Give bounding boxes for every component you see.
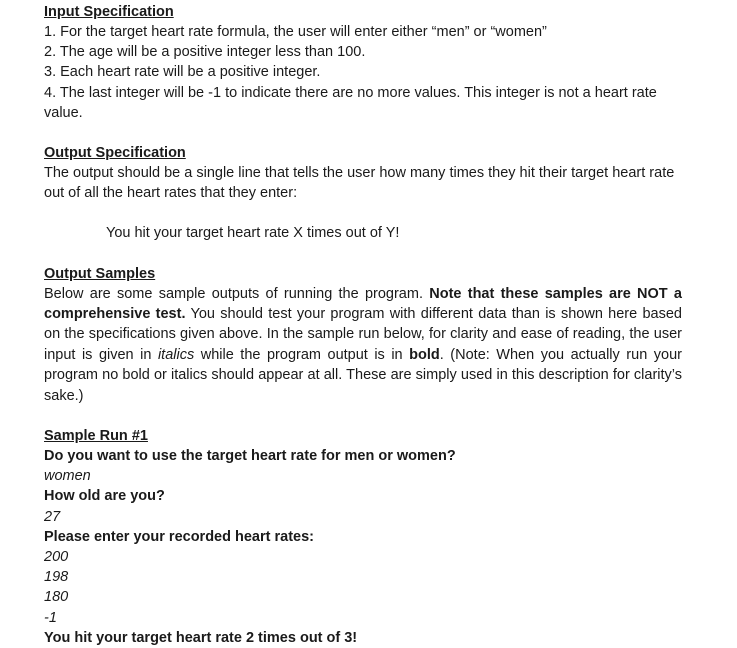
input-spec-item-1: 1. For the target heart rate formula, th… (44, 24, 547, 40)
transcript-prompt-line: How old are you? (44, 488, 165, 505)
transcript-input-line: 200 (44, 549, 69, 566)
output-specification-heading: Output Specification (44, 145, 186, 162)
document-page: Input Specification 1. For the target he… (0, 0, 737, 646)
output-samples-section: Output Samples Below are some sample out… (44, 264, 682, 406)
output-specification-body: The output should be a single line that … (44, 165, 675, 202)
transcript-prompt-line: Do you want to use the target heart rate… (44, 448, 456, 465)
input-spec-item-2: 2. The age will be a positive integer le… (44, 44, 366, 61)
input-spec-item-3: 3. Each heart rate will be a positive in… (44, 64, 321, 81)
transcript-input-line: women (44, 468, 91, 485)
input-specification-heading: Input Specification (44, 4, 174, 20)
samples-bold-emphasis-2: bold (409, 346, 440, 363)
sample-run-transcript: Do you want to use the target heart rate… (44, 446, 682, 648)
sample-run-section: Sample Run #1 Do you want to use the tar… (44, 426, 682, 648)
transcript-input-line: 198 (44, 569, 69, 586)
transcript-input-line: 27 (44, 508, 61, 525)
output-samples-paragraph: Below are some sample outputs of running… (44, 284, 682, 406)
output-example-line: You hit your target heart rate X times o… (106, 225, 400, 242)
input-specification-section: Input Specification 1. For the target he… (44, 2, 682, 123)
sample-run-heading: Sample Run #1 (44, 428, 148, 445)
output-samples-heading: Output Samples (44, 265, 156, 282)
transcript-input-line: -1 (44, 609, 57, 626)
transcript-prompt-line: Please enter your recorded heart rates: (44, 528, 314, 545)
transcript-input-line: 180 (44, 589, 69, 606)
samples-italic-emphasis: italics (157, 346, 195, 363)
input-spec-item-4: 4. The last integer will be -1 to indica… (44, 84, 657, 121)
samples-text-part-3: while the program output is in (194, 346, 410, 363)
example-spacer (44, 203, 682, 223)
samples-text-part-1: Below are some sample outputs of running… (44, 285, 430, 302)
output-specification-section: Output Specification The output should b… (44, 143, 682, 244)
